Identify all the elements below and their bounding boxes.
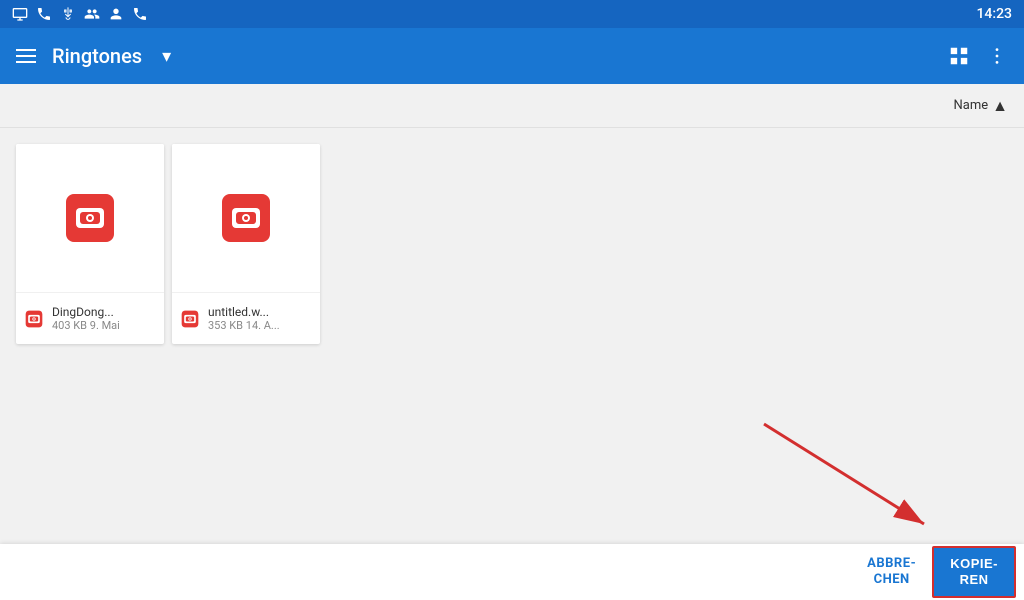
file-meta-dingdong: 403 KB 9. Mai	[52, 319, 120, 332]
file-grid: DingDong... 403 KB 9. Mai	[0, 128, 1024, 360]
contacts-icon	[84, 6, 100, 22]
status-bar: 14:23	[0, 0, 1024, 28]
file-name-dingdong: DingDong...	[52, 305, 120, 319]
hamburger-menu-button[interactable]	[16, 49, 36, 63]
call-icon	[132, 6, 148, 22]
copy-button[interactable]: KOPIE- REN	[932, 546, 1016, 597]
app-bar-right	[948, 45, 1008, 67]
phone-icon	[36, 6, 52, 22]
status-time: 14:23	[976, 6, 1012, 22]
file-card-dingdong[interactable]: DingDong... 403 KB 9. Mai	[16, 144, 164, 344]
app-bar: Ringtones ▾	[0, 28, 1024, 84]
bottom-action-bar: ABBRE- CHEN KOPIE- REN	[0, 544, 1024, 600]
status-icons	[12, 6, 148, 22]
audio-file-icon-large-1	[62, 190, 118, 246]
file-preview-untitled	[172, 144, 320, 292]
file-name-untitled: untitled.w...	[208, 305, 280, 319]
file-info-untitled: untitled.w... 353 KB 14. A...	[208, 305, 280, 332]
grid-view-icon[interactable]	[948, 45, 970, 67]
app-bar-left: Ringtones ▾	[16, 44, 171, 68]
audio-file-icon-small-2	[180, 309, 200, 329]
sort-bar: Name ▲	[0, 84, 1024, 128]
file-card-untitled[interactable]: untitled.w... 353 KB 14. A...	[172, 144, 320, 344]
file-meta-untitled: 353 KB 14. A...	[208, 319, 280, 332]
screen-icon	[12, 6, 28, 22]
cancel-button[interactable]: ABBRE- CHEN	[855, 548, 928, 595]
usb-icon	[60, 6, 76, 22]
sort-arrow-icon: ▲	[992, 96, 1008, 116]
more-options-icon[interactable]	[986, 45, 1008, 67]
file-footer-untitled: untitled.w... 353 KB 14. A...	[172, 292, 320, 344]
sort-name-label[interactable]: Name ▲	[954, 96, 1008, 116]
file-footer-dingdong: DingDong... 403 KB 9. Mai	[16, 292, 164, 344]
arrow-annotation	[704, 414, 1024, 544]
file-preview-dingdong	[16, 144, 164, 292]
file-info-dingdong: DingDong... 403 KB 9. Mai	[52, 305, 120, 332]
title-dropdown-icon[interactable]: ▾	[162, 46, 171, 67]
audio-file-icon-large-2	[218, 190, 274, 246]
audio-file-icon-small-1	[24, 309, 44, 329]
person-icon	[108, 6, 124, 22]
app-bar-title: Ringtones	[52, 44, 142, 68]
